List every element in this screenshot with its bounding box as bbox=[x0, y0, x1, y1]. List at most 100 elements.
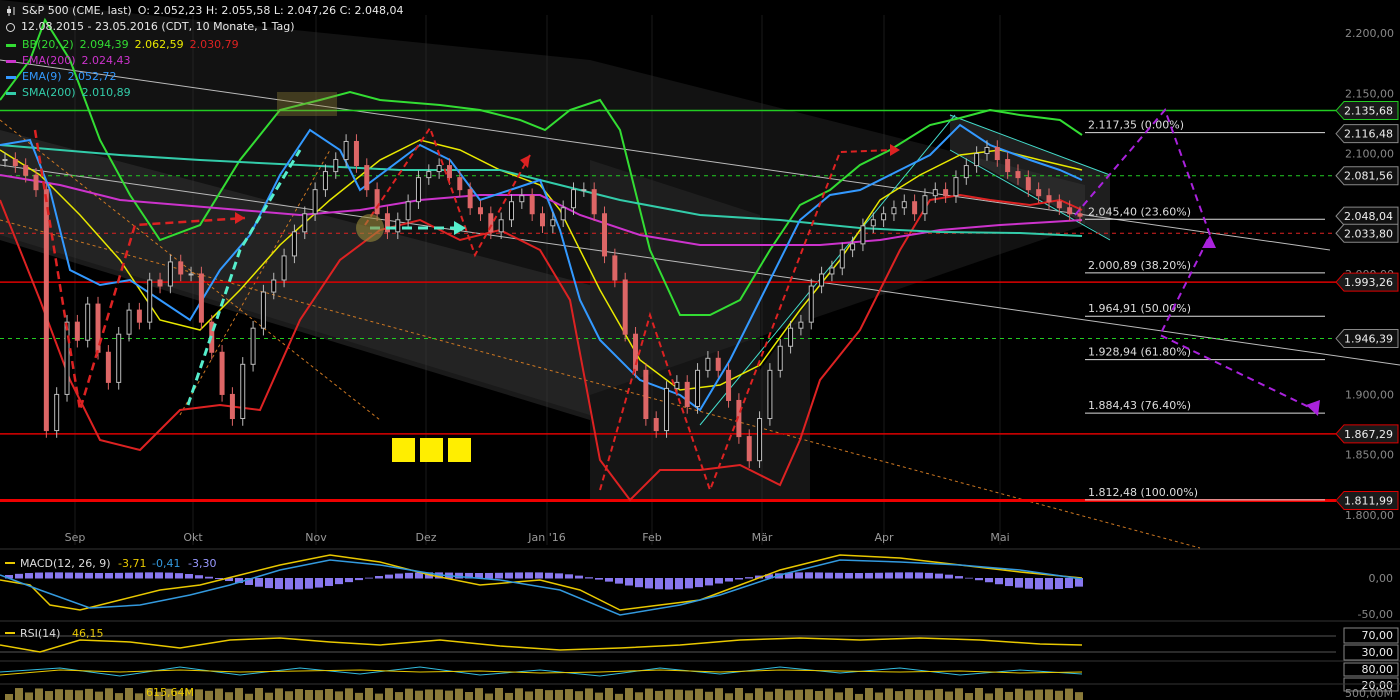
candle-body bbox=[395, 219, 401, 233]
volume-bar bbox=[555, 689, 563, 700]
macd-histogram-bar bbox=[815, 572, 823, 579]
macd-histogram-bar bbox=[105, 572, 113, 579]
macd-histogram-bar bbox=[645, 578, 653, 589]
highlight-box bbox=[277, 92, 337, 116]
macd-histogram-bar bbox=[1045, 578, 1053, 590]
macd-histogram-bar bbox=[565, 574, 573, 579]
candle-body bbox=[333, 159, 339, 173]
candlestick-icon bbox=[6, 6, 16, 16]
candle-body bbox=[715, 357, 721, 371]
volume-bar bbox=[65, 689, 73, 700]
volume-bar bbox=[1005, 691, 1013, 700]
macd-histogram-bar bbox=[945, 574, 953, 579]
volume-bar bbox=[1045, 689, 1053, 700]
volume-bar bbox=[1065, 688, 1073, 700]
candle-body bbox=[229, 393, 235, 420]
macd-histogram-bar bbox=[135, 572, 143, 579]
macd-histogram-bar bbox=[595, 578, 603, 580]
yellow-marker bbox=[448, 438, 471, 462]
macd-histogram-bar bbox=[505, 572, 513, 579]
yellow-marker bbox=[392, 438, 415, 462]
fib-label: 1.884,43 (76.40%) bbox=[1088, 399, 1191, 412]
macd-histogram-bar bbox=[955, 576, 963, 579]
candle-body bbox=[312, 189, 318, 215]
volume-bar bbox=[495, 688, 503, 700]
candle-body bbox=[581, 189, 587, 192]
macd-histogram-bar bbox=[835, 572, 843, 579]
price-label-text: 1.993,26 bbox=[1344, 276, 1393, 289]
macd-histogram-bar bbox=[315, 578, 323, 588]
volume-bar bbox=[645, 688, 653, 700]
candle-body bbox=[467, 189, 473, 209]
indicator-value: 2.094,39 bbox=[79, 38, 129, 51]
candle-body bbox=[1005, 159, 1011, 173]
macd-histogram-bar bbox=[405, 572, 413, 579]
candle-body bbox=[684, 381, 690, 407]
rsi-line bbox=[0, 637, 1083, 653]
candle-body bbox=[250, 327, 256, 365]
macd-histogram-bar bbox=[145, 572, 153, 579]
macd-histogram-bar bbox=[275, 578, 283, 590]
candle-body bbox=[777, 345, 783, 371]
macd-histogram-bar bbox=[55, 572, 63, 579]
candle-body bbox=[674, 381, 680, 389]
candle-body bbox=[364, 165, 370, 191]
candle-body bbox=[829, 267, 835, 275]
candle-body bbox=[612, 255, 618, 281]
indicator-value: 2.024,43 bbox=[81, 54, 131, 67]
price-label-text: 2.048,04 bbox=[1344, 210, 1393, 223]
macd-histogram-bar bbox=[375, 576, 383, 579]
volume-bar bbox=[855, 693, 863, 700]
macd-histogram-bar bbox=[385, 574, 393, 579]
macd-histogram-bar bbox=[85, 572, 93, 579]
macd-histogram-bar bbox=[175, 573, 183, 579]
y-tick-label: 1.850,00 bbox=[1345, 449, 1394, 462]
macd-histogram-bar bbox=[615, 578, 623, 584]
volume-bar bbox=[225, 692, 233, 700]
candle-body bbox=[260, 291, 266, 329]
volume-bar bbox=[595, 692, 603, 700]
volume-bar bbox=[975, 688, 983, 700]
candle-body bbox=[116, 333, 122, 383]
macd-histogram-bar bbox=[45, 572, 53, 579]
legend-indicator-row: BB(20, 2) 2.094,39 2.062,59 2.030,79 bbox=[6, 38, 245, 51]
macd-histogram-bar bbox=[1065, 578, 1073, 589]
volume-bar bbox=[275, 688, 283, 700]
volume-bar bbox=[305, 689, 313, 700]
volume-bar bbox=[255, 688, 263, 700]
volume-bar bbox=[85, 688, 93, 700]
candle-body bbox=[271, 279, 277, 293]
candle-body bbox=[2, 159, 8, 162]
volume-bar bbox=[505, 692, 513, 700]
indicator-label: SMA(200) bbox=[22, 86, 76, 99]
candle-body bbox=[850, 243, 856, 251]
legend-swatch bbox=[6, 43, 16, 47]
rsi-value: 46,15 bbox=[72, 627, 104, 640]
volume-bar bbox=[755, 688, 763, 700]
stoch-axis-label: 80,00 bbox=[1362, 663, 1394, 676]
macd-histogram-bar bbox=[15, 573, 23, 579]
volume-bar bbox=[415, 690, 423, 700]
macd-histogram-bar bbox=[795, 572, 803, 579]
indicator-value: 2.052,72 bbox=[67, 70, 117, 83]
macd-histogram-bar bbox=[115, 572, 123, 579]
indicator-value: 2.030,79 bbox=[189, 38, 239, 51]
macd-histogram-bar bbox=[905, 572, 913, 579]
macd-histogram-bar bbox=[1035, 578, 1043, 590]
candle-body bbox=[1015, 171, 1021, 179]
volume-bar bbox=[405, 688, 413, 700]
candle-body bbox=[519, 195, 525, 203]
macd-histogram-bar bbox=[735, 578, 743, 580]
macd-histogram-bar bbox=[965, 577, 973, 579]
candle-body bbox=[870, 219, 876, 227]
candle-body bbox=[922, 195, 928, 215]
macd-histogram-bar bbox=[1005, 578, 1013, 587]
volume-bar bbox=[905, 689, 913, 700]
macd-histogram-bar bbox=[335, 578, 343, 585]
macd-histogram-bar bbox=[1055, 578, 1063, 590]
price-label-text: 1.811,99 bbox=[1344, 494, 1393, 507]
candle-body bbox=[901, 201, 907, 209]
price-label-text: 2.033,80 bbox=[1344, 227, 1393, 240]
candle-body bbox=[426, 171, 432, 179]
candle-body bbox=[540, 213, 545, 227]
